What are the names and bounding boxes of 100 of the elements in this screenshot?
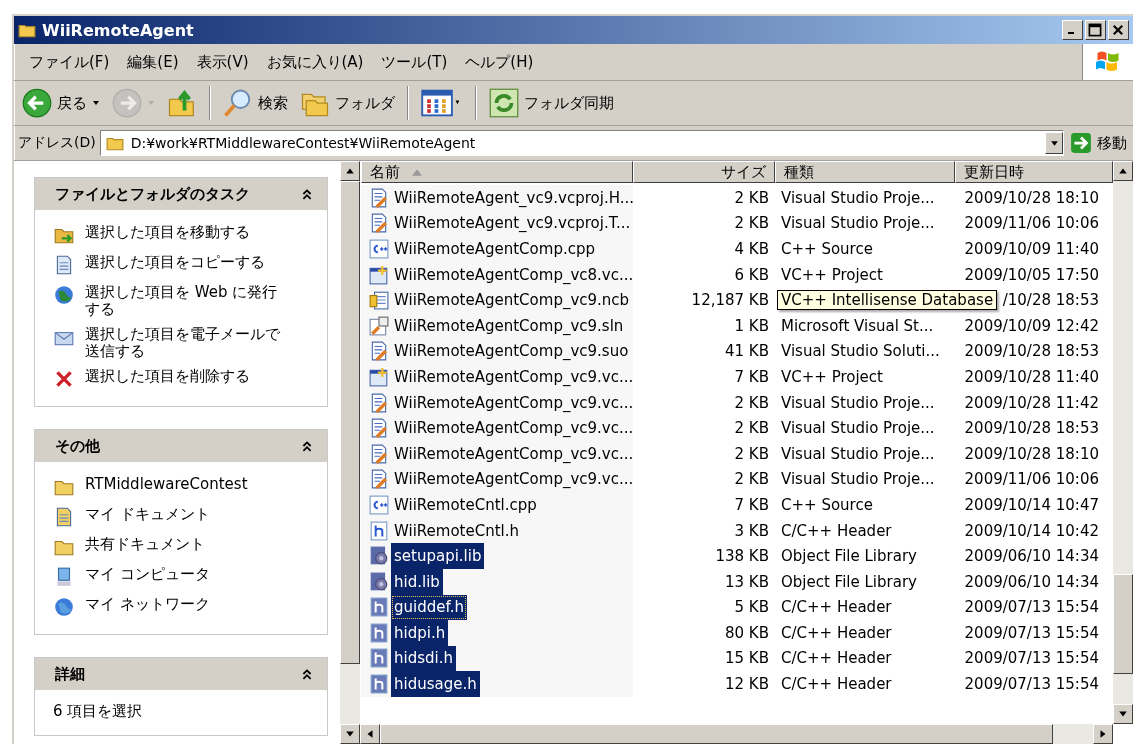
date-cell: 2009/10/28 11:42 (964, 393, 1099, 412)
panel-header[interactable]: ファイルとフォルダのタスク (35, 178, 327, 210)
date-cell: 2009/06/10 14:34 (964, 572, 1099, 591)
date-cell: 2009/10/28 18:10 (964, 188, 1099, 207)
library-file-icon (369, 546, 389, 567)
dropdown-arrow-icon (147, 99, 155, 107)
type-cell: VC++ Project (781, 367, 883, 386)
document-icon (369, 443, 389, 464)
size-cell-text: 7 KB (733, 367, 770, 386)
task-link[interactable]: 選択した項目を Web に発行する (53, 282, 319, 320)
address-field[interactable]: D:¥work¥RTMiddlewareContest¥WiiRemoteAgent (99, 130, 1064, 156)
minimize-button[interactable] (1062, 20, 1083, 40)
menu-item[interactable]: ヘルプ(H) (458, 52, 541, 72)
size-cell-text: 3 KB (733, 521, 770, 540)
file-name[interactable]: WiiRemoteAgentComp_vc8.vc... (369, 261, 637, 288)
column-header[interactable]: 更新日時 (955, 161, 1113, 183)
collapse-icon (301, 440, 313, 452)
size-cell-text: 2 KB (733, 214, 770, 233)
go-button[interactable]: 移動 (1068, 132, 1129, 154)
date-cell: 2009/10/05 17:50 (964, 265, 1099, 284)
size-cell-text: 12,187 KB (690, 291, 770, 310)
task-link[interactable]: 選択した項目を削除する (53, 366, 319, 392)
folder-up-icon (167, 88, 197, 118)
date-cell: 2009/07/13 15:54 (964, 623, 1099, 642)
folders-button[interactable]: フォルダ (296, 86, 399, 120)
scroll-down-icon (345, 729, 355, 739)
sync-button[interactable]: フォルダ同期 (485, 86, 618, 120)
date-cell: 2009/10/09 11:40 (964, 240, 1099, 258)
scroll-down-icon (1118, 709, 1128, 719)
document-icon (369, 392, 389, 413)
maximize-button[interactable] (1085, 20, 1106, 40)
maximize-icon (1088, 23, 1102, 37)
scroll-up-icon (345, 166, 355, 176)
scroll-up-icon (1118, 166, 1128, 176)
size-cell-text: 2 KB (733, 393, 770, 412)
file-name[interactable]: WiiRemoteAgentComp_vc9.vc... (369, 466, 637, 493)
panel-header[interactable]: その他 (35, 430, 327, 462)
task-link[interactable]: 選択した項目をコピーする (53, 252, 319, 278)
type-cell: Object File Library (781, 572, 917, 591)
date-cell: /10/28 18:53 (1002, 291, 1099, 310)
size-cell-text: 2 KB (733, 419, 770, 438)
scroll-thumb[interactable] (1113, 574, 1133, 674)
dropdown-arrow-icon (1049, 138, 1059, 148)
size-cell-text: 7 KB (733, 495, 770, 514)
sort-arrow-icon (412, 168, 422, 176)
document-icon (369, 213, 389, 234)
column-header[interactable]: 名前 (361, 161, 633, 183)
type-cell: Visual Studio Proje... (781, 393, 935, 412)
scrollbar[interactable] (1113, 161, 1133, 724)
search-icon (223, 88, 253, 118)
sync-icon (489, 88, 519, 118)
solution-file-icon (369, 315, 389, 336)
file-name[interactable]: WiiRemoteAgentComp_vc9.vc... (369, 364, 637, 390)
project-file-icon (369, 264, 389, 285)
scrollbar[interactable] (340, 161, 360, 744)
menu-item[interactable]: 表示(V) (189, 52, 256, 72)
type-cell: Visual Studio Proje... (781, 444, 935, 463)
header-file-icon (369, 520, 389, 541)
window-title: WiiRemoteAgent (42, 20, 194, 40)
size-cell-text: 80 KB (724, 623, 770, 642)
task-link[interactable]: マイ ネットワーク (53, 594, 319, 620)
date-cell: 2009/11/06 10:06 (964, 470, 1099, 489)
header-file-icon (369, 648, 389, 669)
dropdown-arrow-icon (92, 99, 100, 107)
menu-item[interactable]: ツール(T) (374, 52, 455, 72)
scroll-left-icon (365, 729, 375, 739)
date-cell: 2009/06/10 14:34 (964, 547, 1099, 566)
search-button[interactable]: 検索 (219, 86, 292, 120)
file-name[interactable]: WiiRemoteAgentComp_vc9.vc... (369, 415, 637, 441)
column-header[interactable]: 種類 (775, 161, 955, 183)
task-link[interactable]: 共有ドキュメント (53, 534, 319, 560)
date-cell: 2009/07/13 15:54 (964, 598, 1099, 617)
type-cell: Visual Studio Proje... (781, 214, 935, 233)
task-link[interactable]: 選択した項目を電子メールで送信する (53, 324, 319, 362)
type-cell: C/C++ Header (781, 623, 892, 642)
column-header[interactable]: サイズ (633, 161, 775, 183)
scroll-thumb[interactable] (340, 181, 360, 664)
back-button[interactable]: 戻る (18, 86, 104, 120)
collapse-icon (301, 188, 313, 200)
menu-item[interactable]: お気に入り(A) (259, 52, 371, 72)
file-name[interactable]: WiiRemoteAgent_vc9.vcproj.H... (369, 185, 637, 211)
task-link[interactable]: マイ コンピュータ (53, 564, 319, 590)
size-cell-text: 2 KB (733, 188, 770, 207)
panel-header[interactable]: 詳細 (35, 658, 327, 690)
task-link[interactable]: 選択した項目を移動する (53, 222, 319, 248)
date-cell: 2009/10/09 12:42 (964, 316, 1099, 335)
task-link[interactable]: RTMiddlewareContest (53, 474, 319, 500)
menu-item[interactable]: ファイル(F) (22, 52, 117, 72)
dropdown-button[interactable] (1045, 132, 1063, 154)
project-file-icon (369, 366, 389, 387)
task-link[interactable]: マイ ドキュメント (53, 504, 319, 530)
date-cell: 2009/10/28 18:53 (964, 342, 1099, 361)
size-cell-text: 13 KB (724, 572, 770, 591)
type-cell: Microsoft Visual St... (781, 316, 934, 335)
close-button[interactable] (1108, 20, 1129, 40)
menu-item[interactable]: 編集(E) (120, 52, 186, 72)
file-name[interactable]: WiiRemoteAgentComp_vc9.vc... (369, 389, 637, 416)
file-name[interactable]: WiiRemoteAgentComp_vc9.vc... (369, 440, 637, 467)
type-cell: Visual Studio Proje... (781, 419, 935, 438)
collapse-icon (301, 668, 313, 680)
